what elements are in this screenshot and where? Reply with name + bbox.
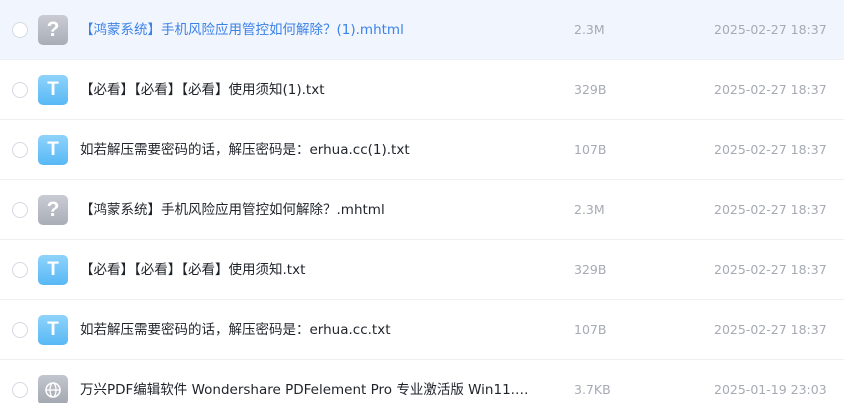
file-size: 2.3M <box>574 202 605 217</box>
file-name[interactable]: 【必看】【必看】【必看】使用须知.txt <box>80 260 305 280</box>
file-date: 2025-02-27 18:37 <box>714 142 827 157</box>
select-radio[interactable] <box>12 82 28 98</box>
file-date: 2025-02-27 18:37 <box>714 22 827 37</box>
file-row[interactable]: T 【必看】【必看】【必看】使用须知(1).txt 329B 2025-02-2… <box>0 60 844 120</box>
file-name[interactable]: 【鸿蒙系统】手机风险应用管控如何解除？.mhtml <box>80 200 385 220</box>
file-name[interactable]: 【鸿蒙系统】手机风险应用管控如何解除？(1).mhtml <box>80 20 404 40</box>
file-row[interactable]: 万兴PDF编辑软件 Wondershare PDFelement Pro 专业激… <box>0 360 844 403</box>
file-name[interactable]: 如若解压需要密码的话，解压密码是：erhua.cc.txt <box>80 320 391 340</box>
select-radio[interactable] <box>12 22 28 38</box>
text-file-icon: T <box>38 255 68 285</box>
file-name[interactable]: 万兴PDF编辑软件 Wondershare PDFelement Pro 专业激… <box>80 380 528 400</box>
file-date: 2025-02-27 18:37 <box>714 82 827 97</box>
file-name[interactable]: 如若解压需要密码的话，解压密码是：erhua.cc(1).txt <box>80 140 410 160</box>
file-row[interactable]: T 【必看】【必看】【必看】使用须知.txt 329B 2025-02-27 1… <box>0 240 844 300</box>
file-size: 3.7KB <box>574 382 611 397</box>
select-radio[interactable] <box>12 142 28 158</box>
file-row[interactable]: T 如若解压需要密码的话，解压密码是：erhua.cc(1).txt 107B … <box>0 120 844 180</box>
text-file-icon: T <box>38 135 68 165</box>
file-date: 2025-01-19 23:03 <box>714 382 827 397</box>
unknown-file-icon: ? <box>38 195 68 225</box>
unknown-file-icon: ? <box>38 15 68 45</box>
text-file-icon: T <box>38 75 68 105</box>
file-date: 2025-02-27 18:37 <box>714 202 827 217</box>
select-radio[interactable] <box>12 262 28 278</box>
file-date: 2025-02-27 18:37 <box>714 262 827 277</box>
file-size: 107B <box>574 142 607 157</box>
link-file-icon <box>38 375 68 403</box>
file-size: 329B <box>574 82 607 97</box>
file-list: ? 【鸿蒙系统】手机风险应用管控如何解除？(1).mhtml 2.3M 2025… <box>0 0 844 403</box>
select-radio[interactable] <box>12 322 28 338</box>
file-row[interactable]: ? 【鸿蒙系统】手机风险应用管控如何解除？(1).mhtml 2.3M 2025… <box>0 0 844 60</box>
file-date: 2025-02-27 18:37 <box>714 322 827 337</box>
file-name[interactable]: 【必看】【必看】【必看】使用须知(1).txt <box>80 80 325 100</box>
file-row[interactable]: ? 【鸿蒙系统】手机风险应用管控如何解除？.mhtml 2.3M 2025-02… <box>0 180 844 240</box>
select-radio[interactable] <box>12 382 28 398</box>
file-size: 107B <box>574 322 607 337</box>
select-radio[interactable] <box>12 202 28 218</box>
text-file-icon: T <box>38 315 68 345</box>
file-size: 2.3M <box>574 22 605 37</box>
file-size: 329B <box>574 262 607 277</box>
globe-icon <box>45 382 61 398</box>
file-row[interactable]: T 如若解压需要密码的话，解压密码是：erhua.cc.txt 107B 202… <box>0 300 844 360</box>
